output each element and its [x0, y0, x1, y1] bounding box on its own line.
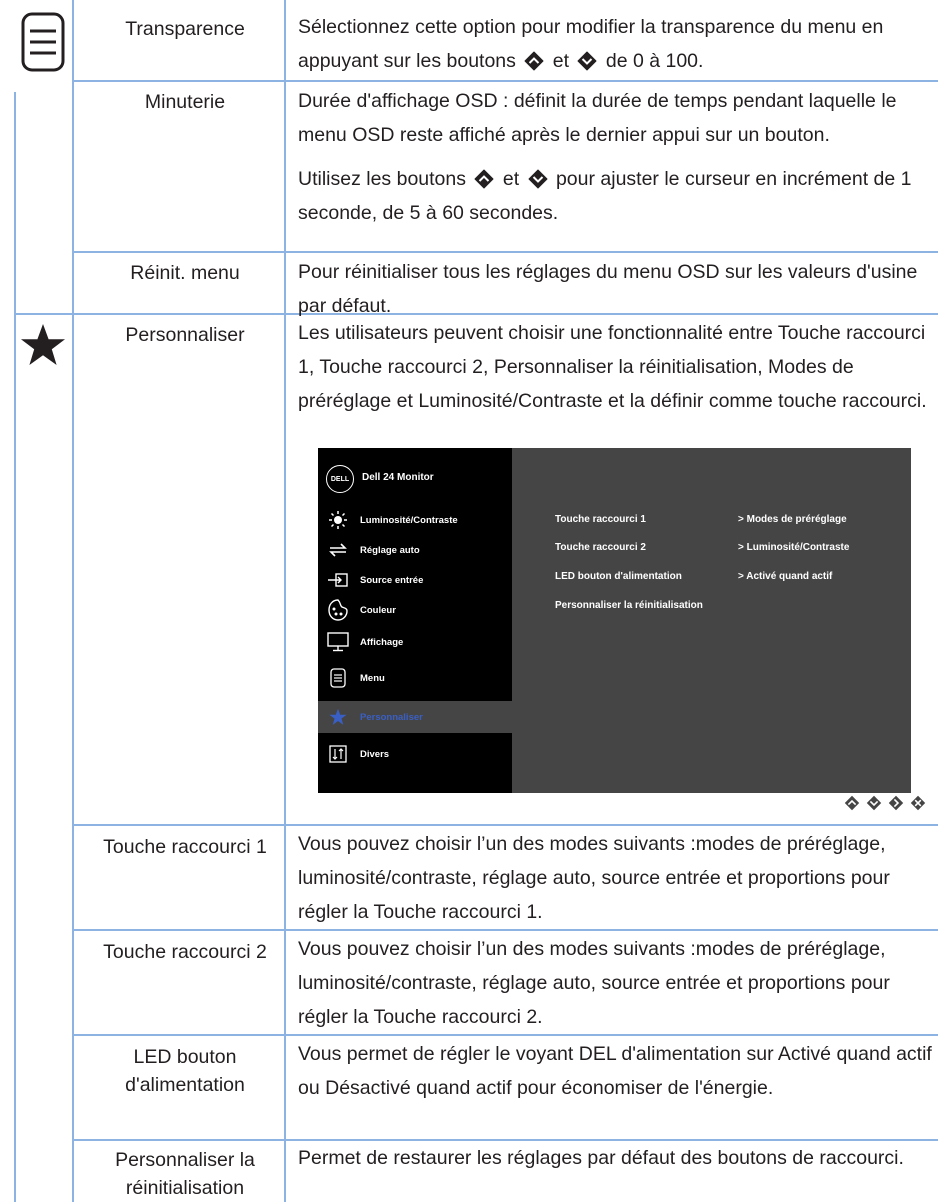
osd-screenshot: DELL Dell 24 Monitor Luminosité/Contrast… — [318, 448, 911, 793]
term-reinit-menu: Réinit. menu — [130, 262, 240, 284]
osd-menu-item-reglage-auto[interactable]: Réglage auto — [318, 534, 512, 566]
osd-menu-label: Réglage auto — [360, 544, 420, 556]
table-rule — [72, 824, 938, 826]
term-led-bouton: LED bouton d'alimentation — [125, 1046, 245, 1096]
desc-touche-raccourci-2: Vous pouvez choisir l’un des modes suiva… — [298, 938, 890, 1028]
menu-icon — [330, 668, 346, 688]
desc-text: de 0 à 100. — [605, 50, 704, 72]
table-rule — [72, 0, 74, 1202]
desc-text: et — [502, 168, 520, 190]
osd-menu-item-couleur[interactable]: Couleur — [318, 594, 512, 626]
others-icon — [329, 745, 347, 763]
term-personnaliser-reinit: Personnaliser la réinitialisation — [115, 1149, 255, 1199]
osd-option-label[interactable]: Personnaliser la réinitialisation — [555, 600, 703, 611]
desc-touche-raccourci-1: Vous pouvez choisir l’un des modes suiva… — [298, 833, 890, 923]
osd-option-value: > Luminosité/Contraste — [738, 542, 850, 553]
desc-led-bouton: Vous permet de régler le voyant DEL d'al… — [298, 1043, 932, 1099]
osd-menu-label: Menu — [360, 672, 385, 684]
osd-menu-item-affichage[interactable]: Affichage — [318, 626, 512, 658]
color-palette-icon — [328, 599, 348, 621]
osd-menu-item-luminosite[interactable]: Luminosité/Contraste — [318, 504, 512, 536]
osd-option-label[interactable]: Touche raccourci 2 — [555, 542, 646, 553]
sun-icon — [329, 511, 347, 529]
menu-icon — [21, 12, 65, 72]
osd-menu-label: Personnaliser — [360, 711, 423, 723]
desc-text: et — [552, 50, 570, 72]
term-transparence: Transparence — [125, 18, 245, 40]
osd-option-value: > Modes de préréglage — [738, 514, 847, 525]
osd-sidebar: DELL Dell 24 Monitor Luminosité/Contrast… — [318, 448, 512, 793]
osd-model-name: Dell 24 Monitor — [362, 472, 434, 483]
desc-personnaliser: Les utilisateurs peuvent choisir une fon… — [298, 322, 927, 412]
table-rule — [72, 1034, 938, 1036]
down-button-icon — [528, 169, 548, 189]
star-icon — [21, 324, 65, 365]
up-button-icon — [474, 169, 494, 189]
desc-transparence: Sélectionnez cette option pour modifier … — [298, 10, 934, 78]
table-rule — [14, 92, 16, 1202]
desc-reinit-menu: Pour réinitialiser tous les réglages du … — [298, 261, 918, 317]
desc-text: Utilisez les boutons — [298, 168, 466, 190]
osd-menu-label: Couleur — [360, 604, 396, 616]
osd-option-label[interactable]: Touche raccourci 1 — [555, 514, 646, 525]
right-button-icon[interactable] — [888, 795, 904, 811]
osd-menu-label: Luminosité/Contraste — [360, 514, 458, 526]
close-button-icon[interactable] — [910, 795, 926, 811]
osd-option-label[interactable]: LED bouton d'alimentation — [555, 571, 682, 582]
auto-adjust-icon — [329, 543, 347, 557]
osd-menu-item-source[interactable]: Source entrée — [318, 564, 512, 596]
up-button-icon[interactable] — [844, 795, 860, 811]
menu-icon-cell — [14, 12, 72, 72]
dell-logo: DELL — [326, 465, 354, 493]
down-button-icon[interactable] — [866, 795, 882, 811]
osd-menu-label: Affichage — [360, 636, 404, 648]
desc-minuterie: Durée d'affichage OSD : définit la durée… — [298, 84, 934, 230]
table-rule — [72, 80, 938, 82]
down-button-icon — [577, 51, 597, 71]
osd-settings-table: Transparence Sélectionnez cette option p… — [14, 0, 938, 1202]
osd-menu-label: Divers — [360, 748, 390, 760]
star-icon — [329, 708, 347, 725]
table-rule — [72, 251, 938, 253]
osd-button-row — [844, 795, 926, 811]
input-source-icon — [328, 573, 348, 587]
desc-personnaliser-reinit: Permet de restaurer les réglages par déf… — [298, 1147, 904, 1169]
up-button-icon — [524, 51, 544, 71]
term-touche-raccourci-2: Touche raccourci 2 — [103, 941, 267, 963]
term-minuterie: Minuterie — [144, 91, 226, 113]
osd-menu-label: Source entrée — [360, 574, 424, 586]
star-icon-cell — [14, 323, 72, 367]
osd-menu-item-divers[interactable]: Divers — [318, 738, 512, 770]
table-rule — [284, 0, 286, 1202]
desc-text: Durée d'affichage OSD : définit la durée… — [298, 90, 897, 146]
osd-option-value: > Activé quand actif — [738, 571, 833, 582]
osd-menu-item-personnaliser[interactable]: Personnaliser — [318, 701, 512, 733]
osd-menu-item-menu[interactable]: Menu — [318, 662, 512, 694]
term-personnaliser: Personnaliser — [125, 324, 245, 346]
table-rule — [72, 929, 938, 931]
term-touche-raccourci-1: Touche raccourci 1 — [103, 836, 267, 858]
monitor-icon — [327, 632, 349, 652]
